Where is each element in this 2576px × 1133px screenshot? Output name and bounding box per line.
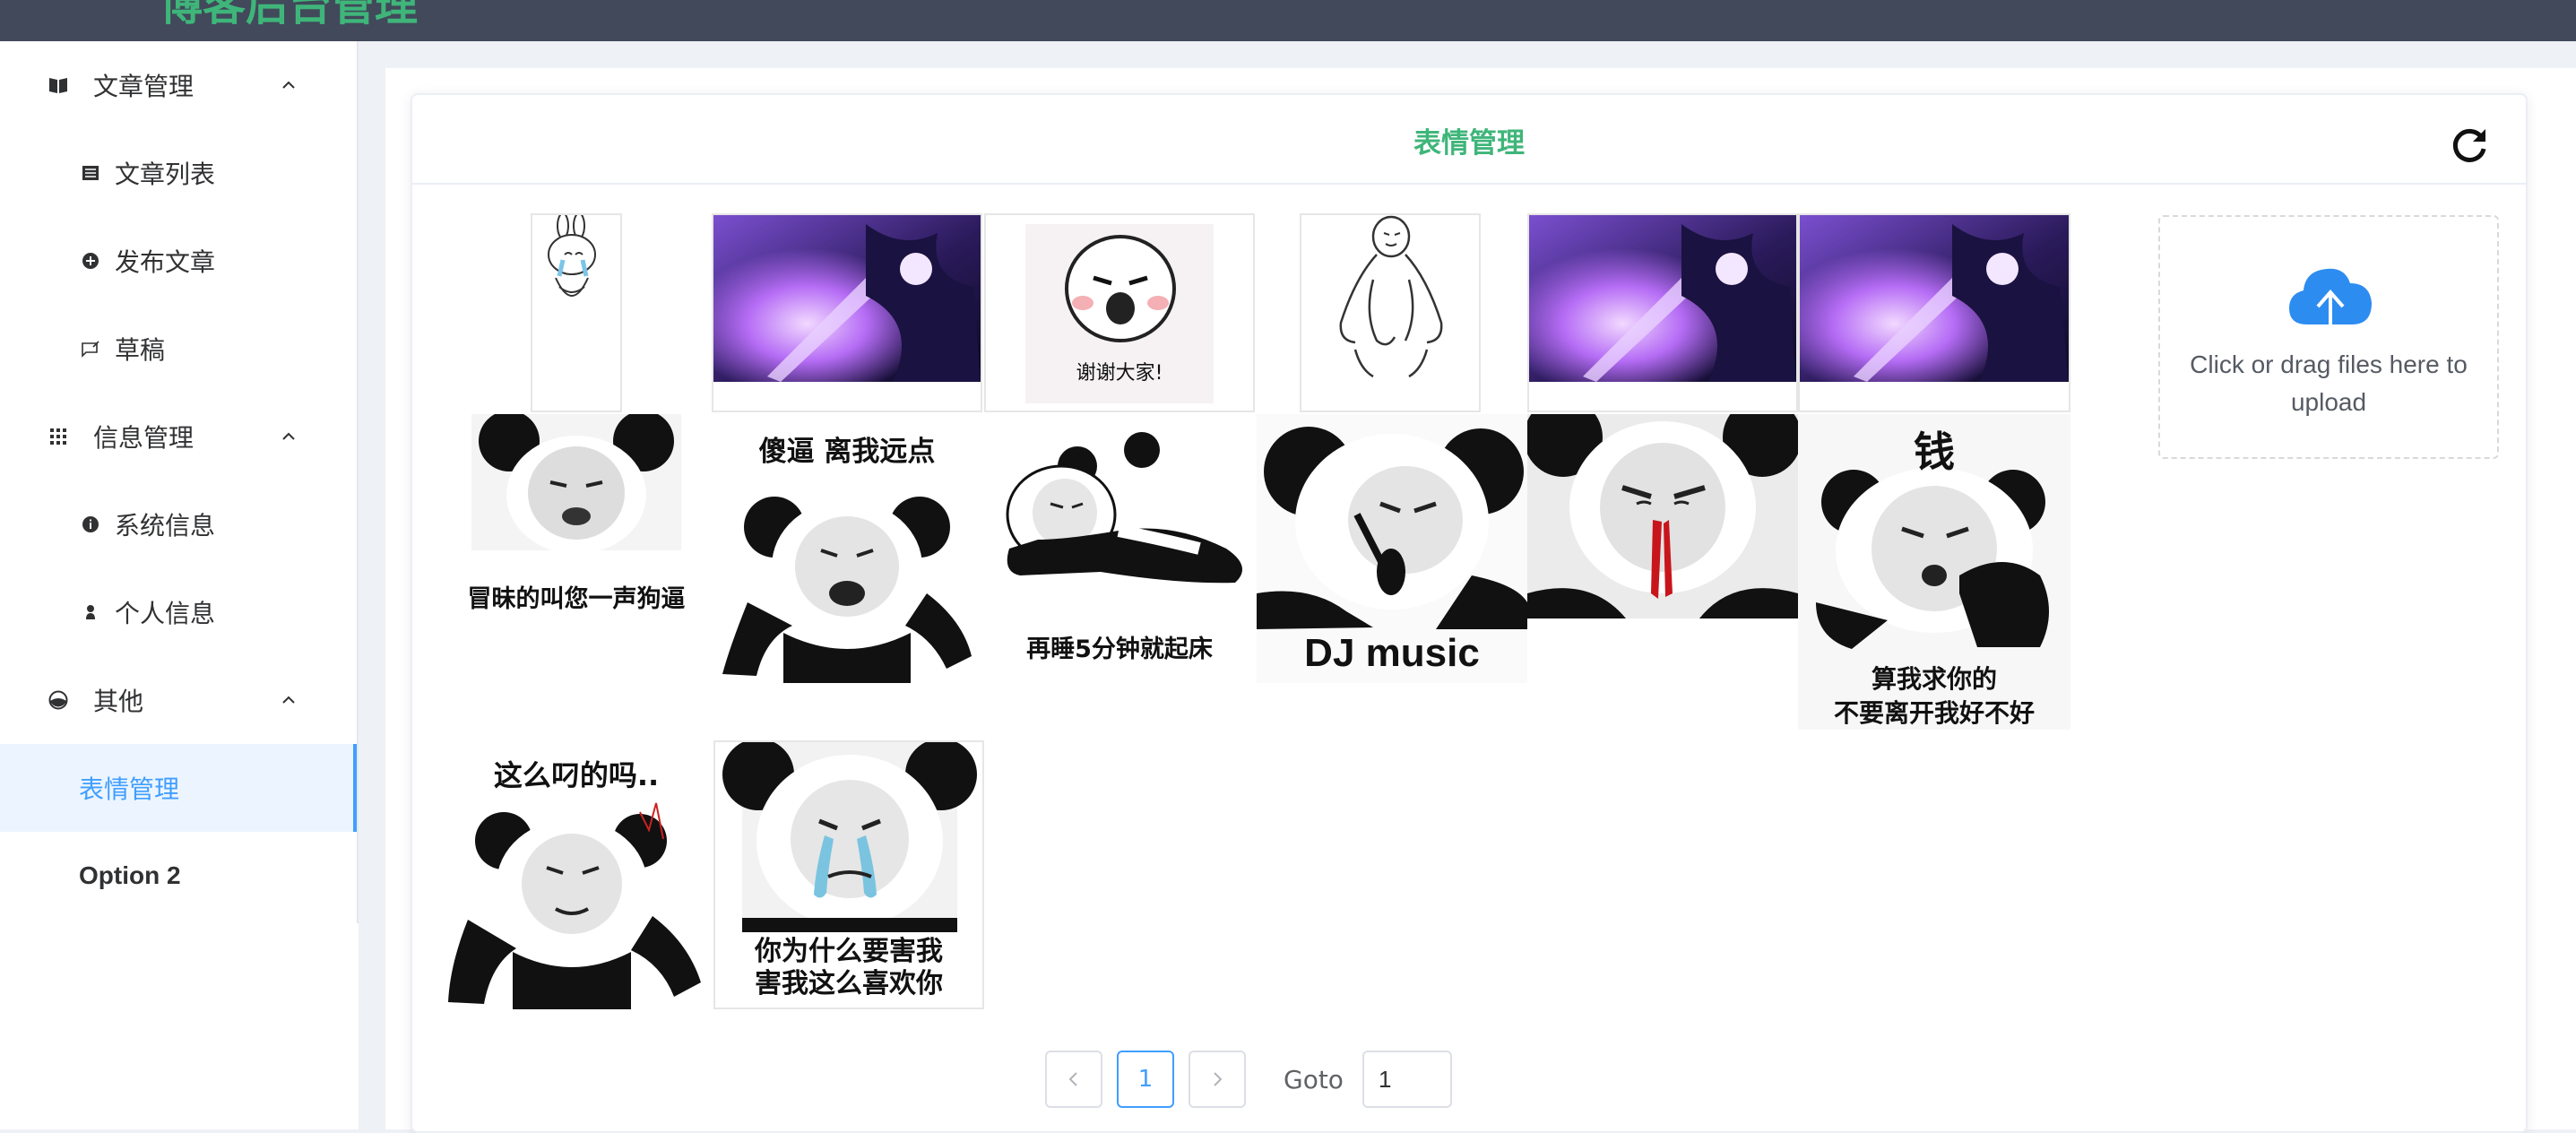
emoji-tile[interactable]: 这么叼的吗.. (441, 740, 712, 1009)
sidebar-item-label: 系统信息 (115, 511, 216, 541)
sidebar-group-label: 信息管理 (93, 423, 194, 453)
sidebar-item-article-list[interactable]: 文章列表 (0, 129, 357, 217)
sidebar-group-other[interactable]: 其他 (0, 656, 357, 744)
emoji-tile[interactable] (1527, 414, 1798, 618)
sidebar-item-publish-article[interactable]: 发布文章 (0, 217, 357, 305)
sidebar-item-label: 草稿 (115, 335, 166, 365)
info-icon (79, 513, 102, 536)
sidebar-footer-area (0, 923, 359, 1129)
book-icon (47, 74, 70, 97)
emoji-caption: 冒昧的叫您一声狗逼 (467, 585, 686, 613)
emoji-tile[interactable]: 冒昧的叫您一声狗逼 (441, 414, 712, 613)
sidebar-item-drafts[interactable]: 草稿 (0, 305, 357, 393)
sidebar-group-articles[interactable]: 文章管理 (0, 41, 357, 129)
chevron-up-icon (282, 81, 295, 89)
card-header: 表情管理 (411, 93, 2528, 185)
emoji-caption: 害我这么喜欢你 (755, 968, 943, 999)
sidebar-item-label: Option 2 (79, 861, 181, 889)
emoji-tile[interactable]: 你为什么要害我 害我这么喜欢你 (713, 740, 984, 1009)
refresh-icon[interactable] (2447, 122, 2492, 167)
emoji-caption: DJ music (1304, 631, 1480, 675)
emoji-tile[interactable] (712, 213, 982, 412)
chevron-left-icon (1068, 1072, 1077, 1086)
emoji-caption: 再睡5分钟就起床 (1026, 636, 1213, 663)
emoji-tile[interactable] (1798, 213, 2070, 412)
emoji-tile[interactable]: 谢谢大家! (984, 213, 1255, 412)
card-title: 表情管理 (1413, 127, 1525, 160)
emoji-caption: 这么叼的吗.. (493, 758, 660, 792)
emoji-tile[interactable] (531, 213, 622, 412)
cloud-upload-icon (2289, 268, 2372, 337)
top-bar: 博客后台管理 (0, 0, 2576, 41)
emoji-caption: 谢谢大家! (1076, 362, 1163, 385)
next-page-button[interactable] (1189, 1051, 1246, 1108)
chevron-right-icon (1214, 1072, 1223, 1086)
chevron-up-icon (282, 432, 295, 440)
upload-instruction: Click or drag files here to upload (2190, 350, 2468, 416)
page-button-current[interactable]: 1 (1117, 1051, 1174, 1108)
palette-icon (47, 688, 70, 712)
emoji-caption: 傻逼 离我远点 (758, 436, 936, 468)
sidebar-item-label: 表情管理 (79, 774, 180, 804)
user-icon (79, 601, 102, 624)
sidebar: 文章管理 文章列表 发布文章 草稿 信息管理 系统信息 个人信息 其他 表情管理… (0, 41, 359, 923)
grid-icon (47, 425, 70, 448)
sidebar-item-label: 发布文章 (115, 247, 216, 277)
emoji-caption: 钱 (1914, 428, 1955, 476)
sidebar-group-info[interactable]: 信息管理 (0, 393, 357, 480)
emoji-tile[interactable] (1300, 213, 1481, 412)
sidebar-group-label: 其他 (93, 687, 144, 716)
draft-icon (79, 337, 102, 360)
emoji-caption: 算我求你的 (1871, 664, 1997, 694)
sidebar-group-label: 文章管理 (93, 72, 194, 101)
sidebar-item-system-info[interactable]: 系统信息 (0, 480, 357, 568)
plus-circle-icon (79, 249, 102, 272)
upload-dropzone[interactable]: Click or drag files here to upload (2158, 215, 2499, 459)
emoji-tile[interactable]: DJ music (1257, 414, 1527, 683)
emoji-tile[interactable]: 钱 算我求你的 不要离开我好不好 (1798, 414, 2070, 730)
sidebar-item-label: 文章列表 (115, 160, 216, 189)
sidebar-item-option-2[interactable]: Option 2 (0, 832, 357, 920)
app-title: 博客后台管理 (160, 0, 419, 30)
sidebar-item-label: 个人信息 (115, 599, 216, 628)
emoji-caption: 不要离开我好不好 (1833, 698, 2035, 728)
goto-page-input[interactable] (1362, 1051, 1452, 1108)
goto-label: Goto (1284, 1065, 1344, 1094)
sidebar-item-personal-info[interactable]: 个人信息 (0, 568, 357, 656)
sidebar-item-emoji-management[interactable]: 表情管理 (0, 744, 357, 832)
prev-page-button[interactable] (1045, 1051, 1102, 1108)
emoji-tile[interactable]: 傻逼 离我远点 (712, 414, 982, 683)
chevron-up-icon (282, 696, 295, 704)
emoji-tile[interactable]: 再睡5分钟就起床 (984, 414, 1255, 683)
emoji-tile[interactable] (1527, 213, 1798, 412)
list-icon (79, 161, 102, 185)
